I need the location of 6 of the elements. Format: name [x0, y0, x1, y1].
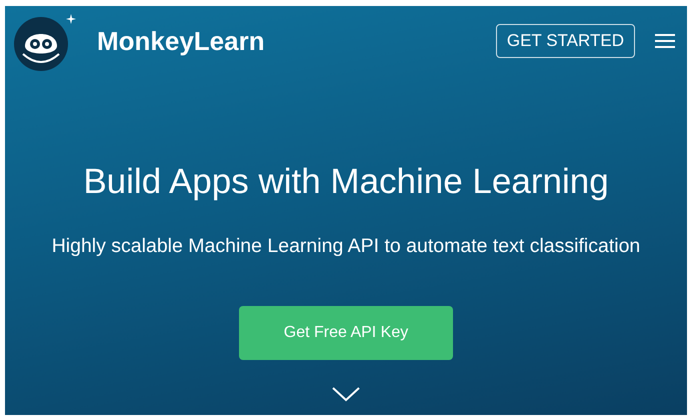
brand-name: MonkeyLearn: [97, 24, 265, 58]
chevron-down-icon[interactable]: [331, 386, 361, 402]
hero-subtitle: Highly scalable Machine Learning API to automate text classification: [52, 234, 640, 258]
get-started-button[interactable]: GET STARTED: [496, 24, 635, 58]
hero-title: Build Apps with Machine Learning: [83, 162, 609, 202]
menu-icon[interactable]: [655, 33, 675, 49]
